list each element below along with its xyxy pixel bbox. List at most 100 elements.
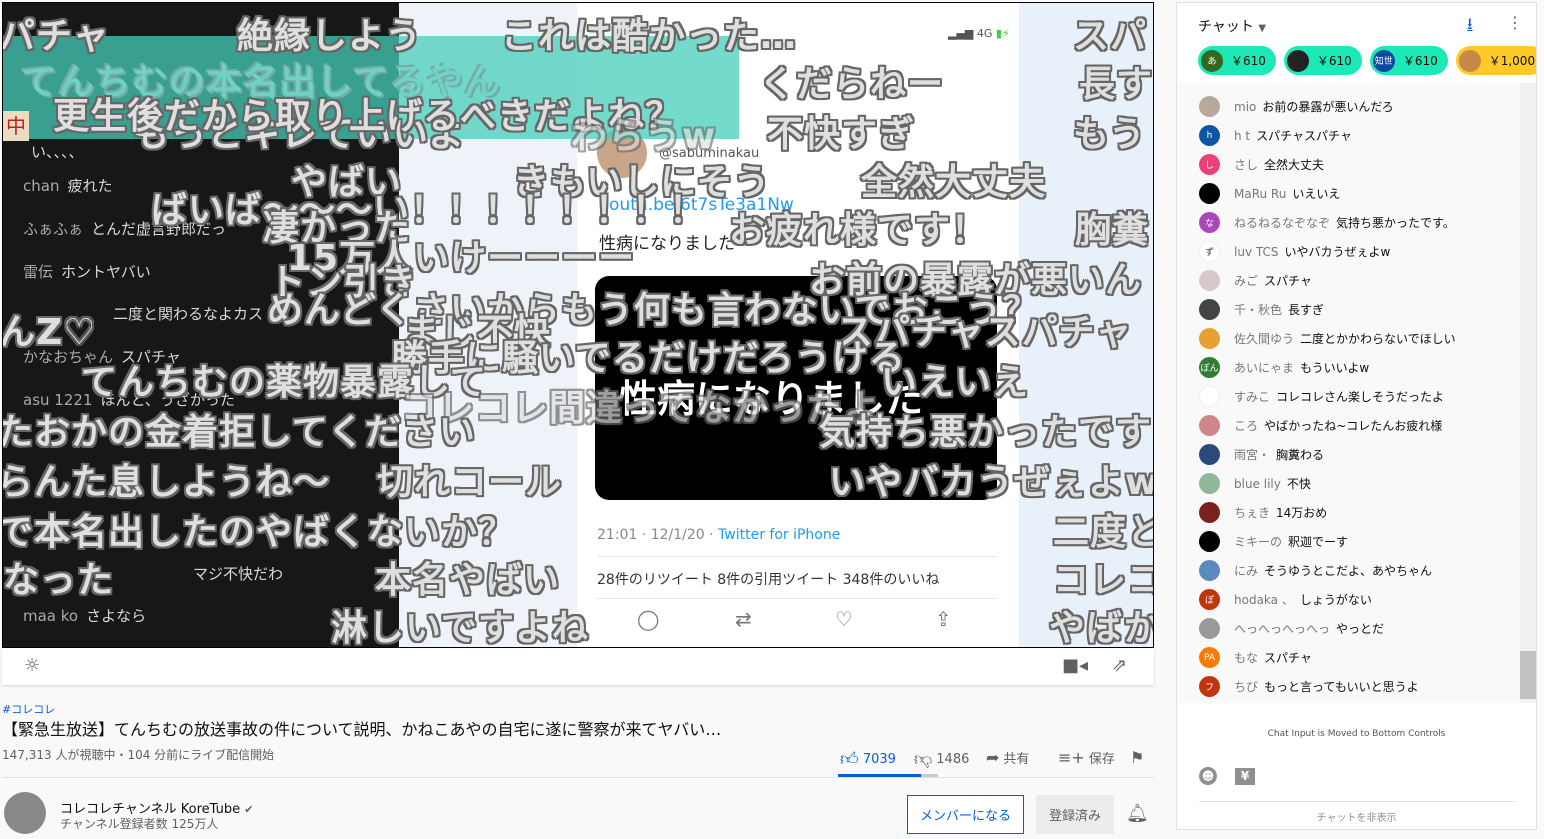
emoji-icon[interactable]: ☻ — [1199, 767, 1217, 785]
chat-author[interactable]: ねるねるなぞなぞ — [1234, 214, 1330, 231]
thumbs-up-icon: 👍︎ — [840, 749, 859, 770]
report-flag-icon[interactable]: ⚑ — [1130, 748, 1144, 767]
inner-chat-line: い、、、、 — [31, 143, 84, 161]
chat-author[interactable]: 佐久間ゆう — [1234, 330, 1294, 347]
inner-chat-line: 二度と関わるなよカス — [113, 305, 264, 323]
chat-author[interactable]: 雨宮・ — [1234, 446, 1270, 463]
chat-author[interactable]: 千・秋色 — [1234, 301, 1282, 318]
chat-author[interactable]: mio — [1234, 100, 1256, 114]
hashtag-link[interactable]: #コレコレ — [2, 701, 55, 717]
subscriber-count: チャンネル登録者数 125万人 — [60, 817, 219, 831]
chat-author[interactable]: hodaka 、 — [1234, 591, 1294, 608]
chat-message: へっへっへっへっ やっとだ — [1199, 618, 1384, 639]
chat-message: ぽん あいにゃま もういいよw — [1199, 357, 1369, 378]
chat-text: スパチャ — [1264, 274, 1312, 288]
chat-avatar[interactable] — [1199, 386, 1220, 407]
chat-avatar[interactable] — [1199, 299, 1220, 320]
chat-author[interactable]: h t — [1234, 129, 1250, 143]
chat-text: 釈迦でーす — [1288, 535, 1349, 549]
chat-author[interactable]: blue lily — [1234, 477, 1281, 491]
chat-text: 全然大丈夫 — [1264, 158, 1325, 172]
ticker-avatar — [1286, 49, 1309, 72]
divider — [597, 598, 997, 599]
chat-author[interactable]: あいにゃま — [1234, 359, 1294, 376]
more-vert-icon[interactable]: ⋮ — [1507, 13, 1523, 32]
chat-avatar[interactable] — [1199, 96, 1220, 117]
chat-avatar[interactable]: フ — [1199, 676, 1220, 697]
superchat-yen-icon[interactable]: ¥ — [1235, 768, 1255, 785]
danmaku-comment: 全然大丈夫 — [861, 162, 1047, 203]
channel-avatar[interactable] — [4, 792, 46, 834]
chat-author[interactable]: MaRu Ru — [1234, 187, 1286, 201]
chat-author[interactable]: luv TCS — [1234, 245, 1278, 259]
ticker-avatar: 知世 — [1372, 49, 1395, 72]
chat-author[interactable]: ころ — [1234, 417, 1258, 434]
chat-avatar[interactable] — [1199, 502, 1220, 523]
chat-avatar[interactable] — [1199, 328, 1220, 349]
chat-avatar[interactable] — [1199, 560, 1220, 581]
chat-author[interactable]: みご — [1234, 272, 1258, 289]
danmaku-comment: やばか — [1049, 608, 1154, 648]
danmaku-comment: 不快すぎ — [767, 114, 916, 155]
chat-avatar[interactable] — [1199, 183, 1220, 204]
chat-avatar[interactable]: な — [1199, 212, 1220, 233]
chat-author[interactable]: さし — [1234, 156, 1258, 173]
chat-avatar[interactable] — [1199, 618, 1220, 639]
video-camera-icon[interactable]: ■◂ — [1062, 655, 1088, 676]
ticker-avatar — [1458, 49, 1481, 72]
scrollbar-thumb[interactable] — [1520, 651, 1536, 699]
chat-text: やっとだ — [1336, 622, 1385, 636]
chat-avatar[interactable] — [1199, 444, 1220, 465]
share-icon[interactable]: ⇗ — [1112, 655, 1127, 676]
chat-avatar[interactable]: ぽ — [1199, 589, 1220, 610]
chat-avatar[interactable] — [1199, 473, 1220, 494]
chat-avatar[interactable]: ぽん — [1199, 357, 1220, 378]
superchat-ticker[interactable]: あ ￥610 — [1198, 46, 1276, 75]
chat-author[interactable]: へっへっへっへっ — [1234, 620, 1330, 637]
chat-author[interactable]: ちぇき — [1234, 504, 1270, 521]
danmaku-comment: 切れコール — [377, 462, 563, 503]
chat-message: 千・秋色 長すぎ — [1199, 299, 1324, 320]
chat-author[interactable]: ちび — [1234, 678, 1258, 695]
subscribed-button[interactable]: 登録済み — [1036, 795, 1114, 834]
chat-avatar[interactable]: h — [1199, 125, 1220, 146]
superchat-ticker[interactable]: ￥610 — [1283, 46, 1362, 75]
video-player[interactable]: い、、、、 chan 疲れた ふぁふぁ とんだ虚言野郎だっ 雷伝 ホントヤバい 二度と… — [2, 2, 1154, 648]
danmaku-comment: いえいえ — [881, 362, 1030, 403]
chat-author[interactable]: にみ — [1234, 562, 1258, 579]
superchat-ticker[interactable]: 知世 ￥610 — [1369, 46, 1448, 75]
chat-avatar[interactable] — [1199, 270, 1220, 291]
notification-bell-icon[interactable]: 🔔︎ — [1126, 803, 1149, 824]
superchat-ticker[interactable]: ￥1,000 — [1455, 46, 1536, 75]
chat-text: もういいよw — [1300, 361, 1370, 375]
danmaku-comment: これは酷かった… — [501, 16, 798, 57]
player-controls: ☼ ■◂ ⇗ — [2, 648, 1154, 685]
chat-avatar[interactable]: し — [1199, 154, 1220, 175]
chat-message: すみこ コレコレさん楽しそうだったよ — [1199, 386, 1444, 407]
danmaku-comment: パチャ — [2, 16, 110, 57]
download-icon[interactable]: ⭳ — [1467, 13, 1473, 40]
chat-author[interactable]: すみこ — [1234, 388, 1270, 405]
save-button[interactable]: ≡+ 保存 — [1058, 748, 1115, 767]
chat-message: みご スパチャ — [1199, 270, 1312, 291]
chat-avatar[interactable]: ず — [1199, 241, 1220, 262]
chat-message: なねるねるなぞなぞ 気持ち悪かったです。 — [1199, 212, 1455, 233]
share-button[interactable]: ➦ 共有 — [986, 748, 1029, 767]
danmaku-comment: たおかの金着拒してください — [2, 412, 476, 453]
hide-chat-button[interactable]: チャットを非表示 — [1177, 809, 1536, 824]
chat-mode-dropdown[interactable]: チャット ▼ — [1198, 16, 1266, 36]
chat-avatar[interactable]: PA — [1199, 647, 1220, 668]
chat-avatar[interactable] — [1199, 531, 1220, 552]
brightness-icon[interactable]: ☼ — [24, 655, 40, 676]
dislike-button[interactable]: 👎︎ 1486 — [914, 748, 969, 770]
chat-author[interactable]: ミキーの — [1234, 533, 1282, 550]
join-membership-button[interactable]: メンバーになる — [907, 795, 1024, 834]
chat-author[interactable]: もな — [1234, 649, 1258, 666]
mahjong-tile-icon: 中 — [3, 111, 29, 141]
chat-text: もっと言ってもいいと思うよ — [1264, 680, 1419, 694]
chat-message: mio お前の暴露が悪いんだろ — [1199, 96, 1394, 117]
like-button[interactable]: 👍︎ 7039 — [840, 748, 896, 770]
view-count: 147,313 人が視聴中・104 分前にライブ配信開始 — [2, 748, 275, 762]
chat-avatar[interactable] — [1199, 415, 1220, 436]
scrollbar-track[interactable] — [1520, 83, 1536, 703]
